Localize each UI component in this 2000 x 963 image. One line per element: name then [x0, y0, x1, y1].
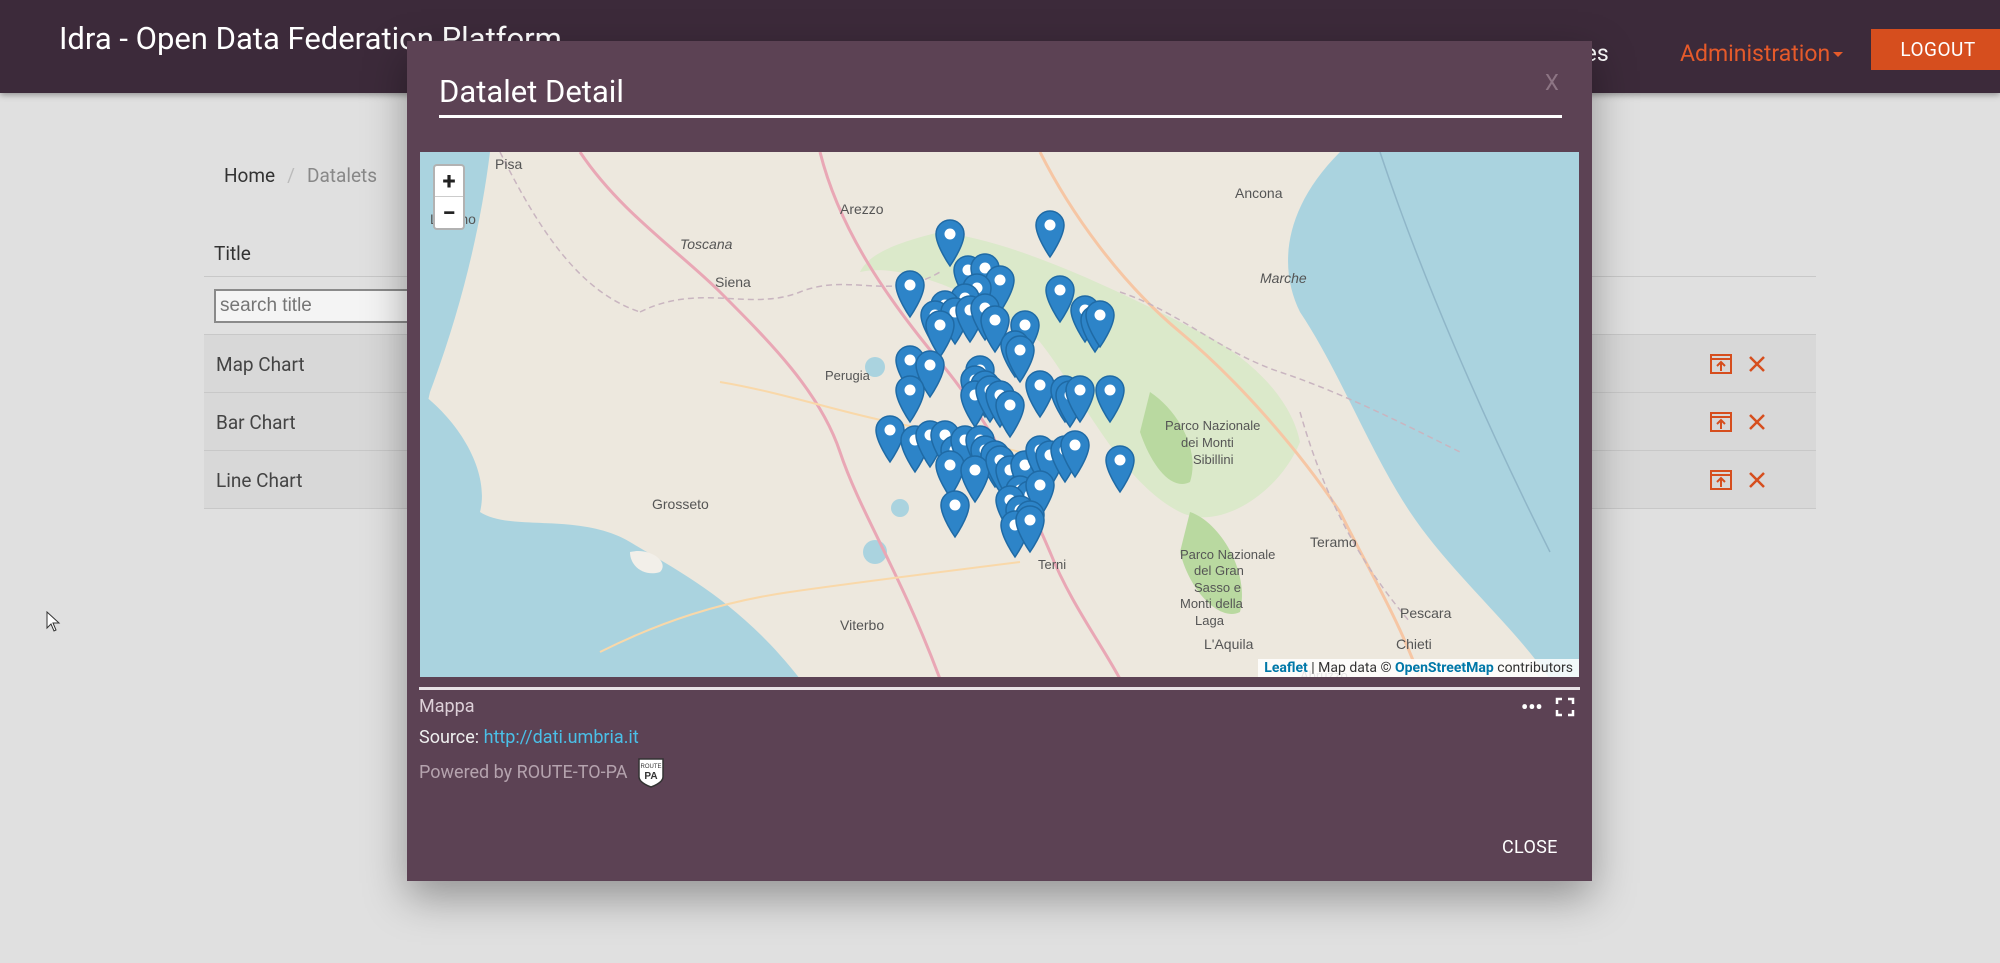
map-marker-icon[interactable] — [1045, 275, 1075, 324]
map-marker-icon[interactable] — [895, 270, 925, 319]
svg-text:ROUTE: ROUTE — [640, 764, 661, 770]
map-marker-icon[interactable] — [935, 450, 965, 499]
modal-close-x-button[interactable]: X — [1545, 71, 1559, 96]
breadcrumb-current: Datalets — [306, 164, 378, 187]
fullscreen-icon[interactable] — [1555, 697, 1575, 717]
map-view[interactable]: PisaLivornoFirenzeToscanaArezzoSienaPeru… — [419, 151, 1580, 678]
map-marker-icon[interactable] — [925, 310, 955, 359]
source-label: Source: — [419, 727, 480, 748]
nav-administration[interactable]: Administration — [1680, 40, 1844, 67]
map-marker-icon[interactable] — [1095, 375, 1125, 424]
datalet-caption: Mappa — [419, 696, 475, 717]
row-title: Line Chart — [216, 469, 303, 492]
row-title: Map Chart — [216, 353, 305, 376]
osm-link[interactable]: OpenStreetMap — [1395, 660, 1494, 676]
source-line: Source: http://dati.umbria.it — [419, 727, 639, 748]
title-column-header[interactable]: Title — [214, 242, 251, 265]
title-underline — [439, 115, 1562, 118]
route-to-pa-logo: ROUTEPA — [637, 758, 664, 788]
nav-administration-label: Administration — [1680, 40, 1831, 67]
open-detail-icon[interactable] — [1709, 468, 1733, 492]
map-attribution: Leaflet | Map data © OpenStreetMap contr… — [1258, 659, 1579, 677]
delete-icon[interactable] — [1745, 468, 1769, 492]
attribution-end: contributors — [1493, 660, 1573, 676]
logout-button[interactable]: LOGOUT — [1871, 29, 2000, 70]
svg-text:PA: PA — [644, 771, 657, 782]
map-marker-icon[interactable] — [895, 375, 925, 424]
map-marker-icon[interactable] — [1105, 445, 1135, 494]
modal-title: Datalet Detail — [439, 73, 624, 110]
zoom-in-button[interactable]: + — [435, 166, 463, 197]
zoom-out-button[interactable]: − — [435, 197, 463, 228]
map-marker-icon[interactable] — [995, 390, 1025, 439]
datalet-detail-modal: Datalet Detail X PisaLivornoFi — [407, 41, 1592, 881]
attribution-text: | Map data © — [1307, 660, 1395, 676]
map-marker-icon[interactable] — [1025, 370, 1055, 419]
row-title: Bar Chart — [216, 411, 296, 434]
search-title-input[interactable] — [214, 289, 424, 323]
mouse-cursor-icon — [46, 611, 61, 632]
caret-down-icon — [1833, 52, 1844, 58]
map-marker-icon[interactable] — [875, 415, 905, 464]
delete-icon[interactable] — [1745, 352, 1769, 376]
zoom-control: + − — [433, 164, 465, 230]
breadcrumb: Home / Datalets — [224, 164, 377, 187]
open-detail-icon[interactable] — [1709, 352, 1733, 376]
map-marker-icon[interactable] — [940, 490, 970, 539]
map-marker-icon[interactable] — [1035, 210, 1065, 259]
powered-by-text: Powered by ROUTE-TO-PA — [419, 761, 628, 783]
breadcrumb-home[interactable]: Home — [224, 164, 275, 187]
delete-icon[interactable] — [1745, 410, 1769, 434]
breadcrumb-separator: / — [287, 164, 295, 187]
leaflet-link[interactable]: Leaflet — [1264, 660, 1308, 676]
open-detail-icon[interactable] — [1709, 410, 1733, 434]
caption-divider — [419, 687, 1580, 690]
close-button[interactable]: CLOSE — [1502, 837, 1558, 858]
more-options-icon[interactable]: ••• — [1521, 695, 1543, 719]
marker-layer — [875, 210, 1135, 559]
source-link[interactable]: http://dati.umbria.it — [484, 727, 639, 748]
powered-by: Powered by ROUTE-TO-PA ROUTE PA — [419, 757, 666, 789]
